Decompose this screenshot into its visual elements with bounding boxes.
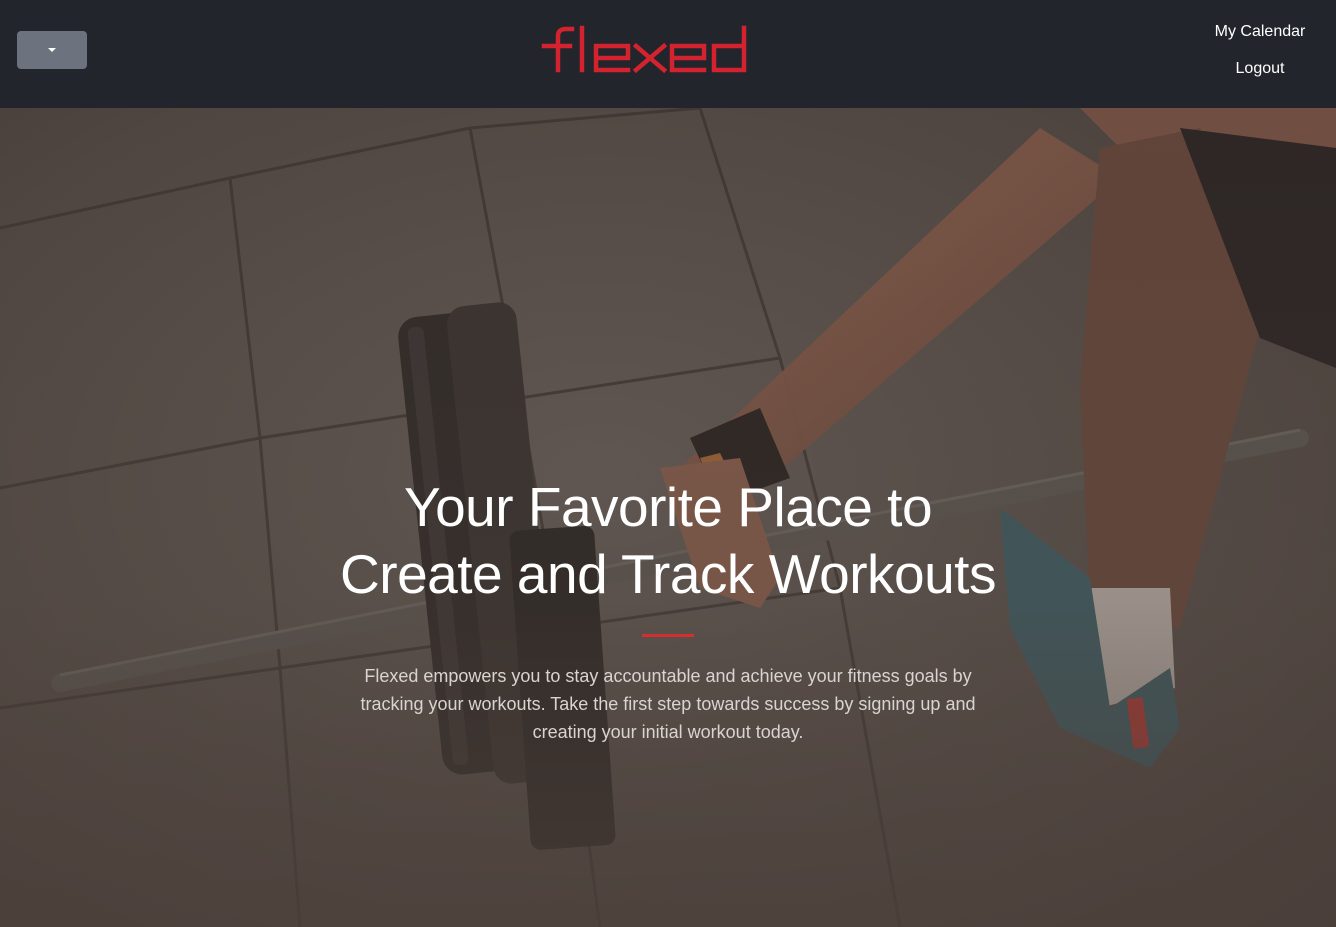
hero-description: Flexed empowers you to stay accountable … (360, 666, 976, 742)
brand-logo[interactable] (538, 22, 750, 78)
caret-down-icon (48, 48, 56, 52)
nav-link-my-calendar[interactable]: My Calendar (1215, 20, 1306, 57)
title-divider (642, 634, 694, 637)
nav-links: My Calendar Logout (1200, 20, 1320, 94)
nav-link-logout[interactable]: Logout (1236, 57, 1285, 94)
hero-title-line-2: Create and Track Workouts (340, 543, 996, 605)
hero-content: Your Favorite Place to Create and Track … (0, 474, 1336, 746)
top-navbar: My Calendar Logout (0, 0, 1336, 108)
hero-title: Your Favorite Place to Create and Track … (0, 474, 1336, 608)
flexed-logo-icon (541, 25, 747, 74)
hero-section: Your Favorite Place to Create and Track … (0, 108, 1336, 927)
menu-dropdown-button[interactable] (17, 31, 87, 69)
hero-title-line-1: Your Favorite Place to (403, 476, 933, 538)
